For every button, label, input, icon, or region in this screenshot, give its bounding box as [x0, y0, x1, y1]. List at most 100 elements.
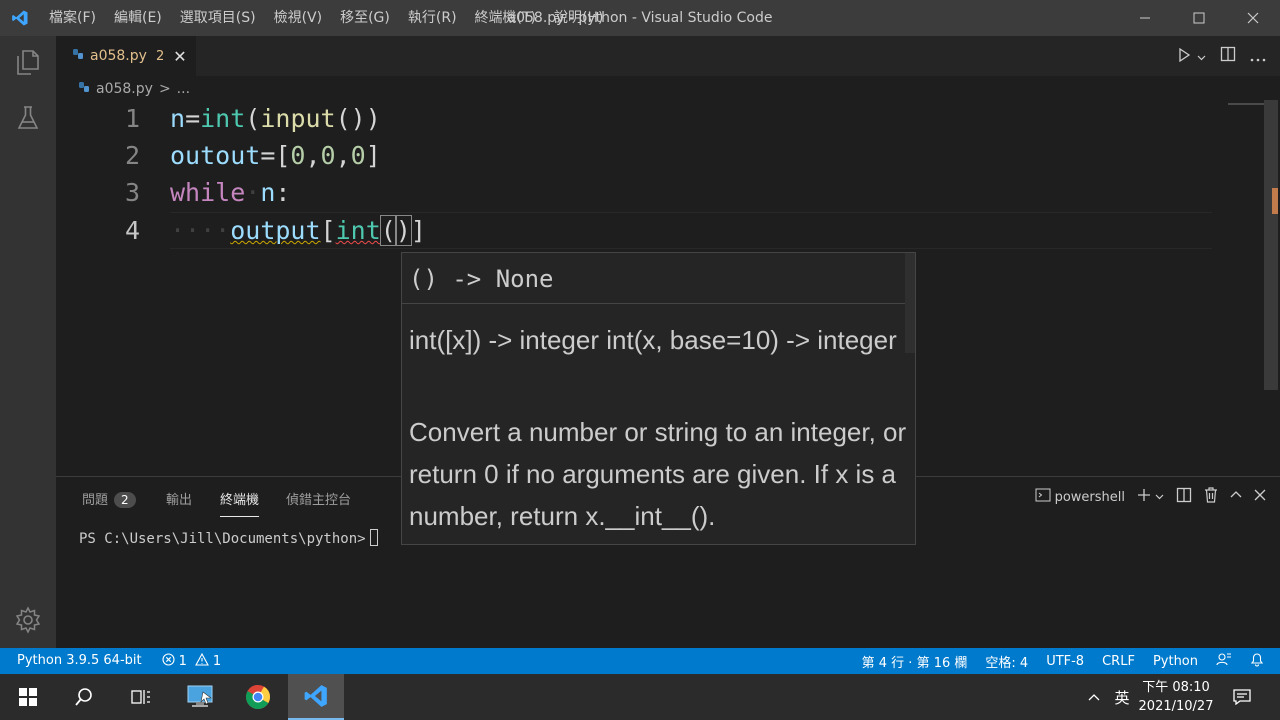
terminal-shell-name[interactable]: powershell	[1055, 490, 1125, 505]
token: [	[320, 216, 336, 245]
run-icon[interactable]	[1177, 47, 1191, 66]
clock-time: 下午 08:10	[1142, 680, 1210, 695]
maximize-icon[interactable]	[1172, 0, 1226, 36]
breadcrumb-file[interactable]: a058.py	[96, 81, 153, 97]
show-hidden-icons-chevron-up-icon[interactable]	[1080, 674, 1108, 720]
windows-start-icon[interactable]	[0, 674, 56, 720]
token: 0	[350, 141, 366, 170]
editor-scrollbar[interactable]	[1264, 100, 1278, 390]
terminal-prompt: PS C:\Users\Jill\Documents\python>	[79, 531, 366, 547]
tab-output[interactable]: 輸出	[166, 489, 192, 508]
token: =[	[260, 141, 291, 170]
system-clock[interactable]: 下午 08:10 2021/10/27	[1134, 678, 1218, 716]
breadcrumb-symbols[interactable]: ...	[177, 81, 190, 97]
terminal-cursor	[369, 529, 378, 546]
token: 0	[320, 141, 336, 170]
menu-edit[interactable]: 編輯(E)	[105, 0, 171, 36]
remote-desktop-app-icon[interactable]	[172, 674, 228, 720]
indentation[interactable]: 空格: 4	[985, 652, 1028, 671]
breadcrumb-separator: >	[158, 81, 171, 97]
close-panel-icon[interactable]	[1254, 489, 1266, 505]
maximize-panel-chevron-up-icon[interactable]	[1230, 489, 1242, 505]
settings-gear-icon[interactable]	[8, 600, 48, 640]
end-of-line[interactable]: CRLF	[1102, 654, 1135, 669]
token: =	[185, 104, 201, 133]
input-method-indicator[interactable]: 英	[1108, 674, 1136, 720]
hover-scrollbar[interactable]	[905, 253, 915, 353]
code-line-1: n=int(input())	[170, 104, 381, 133]
menu-file[interactable]: 檔案(F)	[40, 0, 105, 36]
activity-bar	[0, 36, 56, 648]
new-terminal-icon[interactable]	[1137, 488, 1151, 506]
menu-run[interactable]: 執行(R)	[399, 0, 466, 36]
hover-doc-signature: int([x]) -> integer int(x, base=10) -> i…	[409, 325, 897, 355]
close-window-icon[interactable]	[1226, 0, 1280, 36]
token: int	[200, 104, 246, 133]
chrome-icon[interactable]	[230, 674, 286, 720]
kill-terminal-trash-icon[interactable]	[1204, 487, 1218, 507]
terminal-dropdown-chevron-icon[interactable]	[1155, 490, 1164, 505]
token: n	[260, 178, 276, 207]
token: ]	[365, 141, 381, 170]
vscode-logo-icon	[0, 0, 40, 36]
terminal-output[interactable]: PS C:\Users\Jill\Documents\python>	[79, 529, 378, 547]
run-dropdown-chevron-icon[interactable]	[1197, 47, 1206, 66]
minimize-icon[interactable]	[1118, 0, 1172, 36]
terminal-icon	[1035, 488, 1051, 506]
encoding[interactable]: UTF-8	[1046, 654, 1084, 669]
line-number: 4	[124, 216, 140, 245]
editor-actions	[1177, 36, 1266, 76]
token: :	[275, 178, 291, 207]
error-icon	[162, 652, 175, 670]
notifications-bell-icon[interactable]	[1250, 652, 1264, 671]
tab-debug-console[interactable]: 偵錯主控台	[286, 489, 351, 508]
token: while	[170, 178, 246, 207]
hover-signature: () -> None	[402, 253, 915, 304]
bracket-match: )	[394, 215, 412, 246]
problems-summary[interactable]: 1 1	[162, 652, 222, 670]
hover-tooltip: () -> None int([x]) -> integer int(x, ba…	[401, 252, 916, 545]
token-warning: output	[230, 216, 321, 245]
tab-terminal[interactable]: 終端機	[220, 489, 260, 517]
menu-view[interactable]: 檢視(V)	[265, 0, 332, 36]
token-error: int	[335, 216, 381, 245]
token: 0	[290, 141, 306, 170]
action-center-icon[interactable]	[1222, 674, 1262, 720]
warning-count: 1	[212, 653, 222, 669]
feedback-icon[interactable]	[1216, 652, 1232, 670]
menu-selection[interactable]: 選取項目(S)	[171, 0, 265, 36]
code-line-4: ····output[int()]	[170, 215, 426, 246]
tab-problems[interactable]: 問題 2	[82, 489, 136, 508]
menu-bar: 檔案(F) 編輯(E) 選取項目(S) 檢視(V) 移至(G) 執行(R) 終端…	[40, 0, 612, 36]
menu-terminal[interactable]: 終端機(T)	[466, 0, 545, 36]
editor-tabs: a058.py 2 ✕	[56, 36, 1280, 76]
whitespace-marker: ····	[170, 216, 231, 245]
tab-problems-label: 問題	[82, 493, 109, 508]
code-line-2: outout=[0,0,0]	[170, 141, 381, 170]
hover-doc-text: Convert a number or string to an integer…	[409, 417, 907, 531]
search-icon[interactable]	[56, 674, 112, 720]
task-view-icon[interactable]	[112, 674, 168, 720]
token: n	[170, 104, 186, 133]
window-controls	[1118, 0, 1280, 36]
cursor-position[interactable]: 第 4 行 · 第 16 欄	[862, 652, 968, 671]
clock-date: 2021/10/27	[1138, 699, 1214, 714]
explorer-icon[interactable]	[8, 42, 48, 82]
line-number: 3	[124, 178, 140, 207]
python-interpreter[interactable]: Python 3.9.5 64-bit	[17, 653, 142, 670]
split-terminal-icon[interactable]	[1176, 487, 1192, 507]
breadcrumb-python-icon	[78, 81, 90, 97]
line-number: 1	[124, 104, 140, 133]
language-mode[interactable]: Python	[1153, 654, 1198, 669]
tab-close-icon[interactable]: ✕	[173, 47, 186, 66]
split-editor-icon[interactable]	[1220, 46, 1236, 66]
menu-go[interactable]: 移至(G)	[331, 0, 399, 36]
tab-a058-py[interactable]: a058.py 2 ✕	[56, 36, 196, 76]
testing-flask-icon[interactable]	[8, 98, 48, 138]
vscode-taskbar-icon[interactable]	[288, 674, 344, 720]
menu-help[interactable]: 說明(H)	[545, 0, 612, 36]
more-actions-icon[interactable]	[1250, 47, 1266, 66]
code-line-3: while·n:	[170, 178, 290, 207]
status-bar: Python 3.9.5 64-bit 1 1 第 4 行 · 第 16 欄 空…	[0, 648, 1280, 674]
token: (	[245, 104, 261, 133]
